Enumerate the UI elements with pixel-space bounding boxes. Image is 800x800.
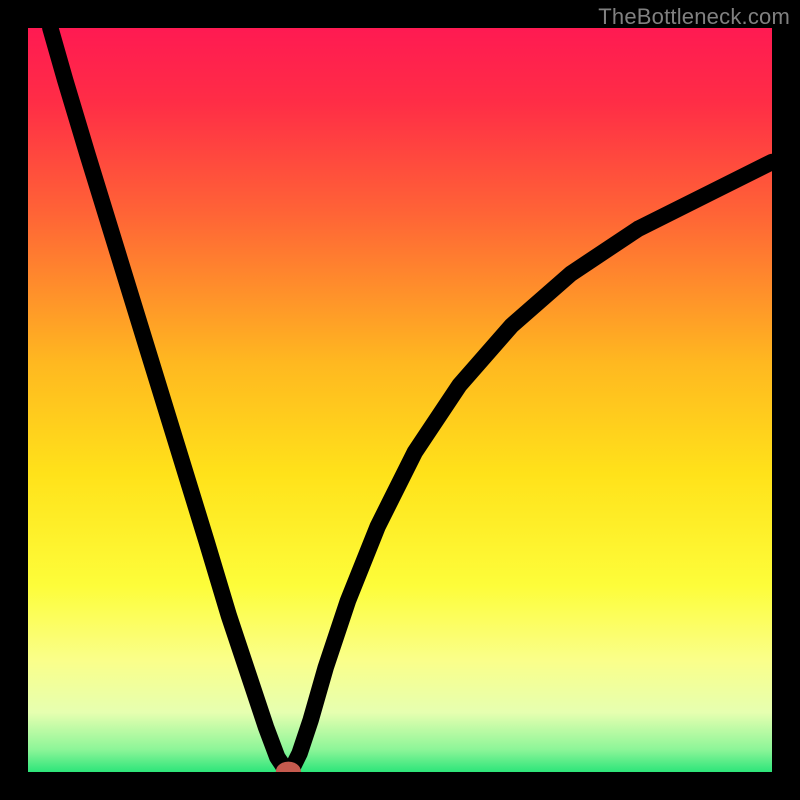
bottleneck-chart bbox=[28, 28, 772, 772]
watermark-text: TheBottleneck.com bbox=[598, 4, 790, 30]
gradient-background bbox=[28, 28, 772, 772]
chart-frame: TheBottleneck.com bbox=[0, 0, 800, 800]
optimal-point-marker bbox=[279, 765, 297, 772]
